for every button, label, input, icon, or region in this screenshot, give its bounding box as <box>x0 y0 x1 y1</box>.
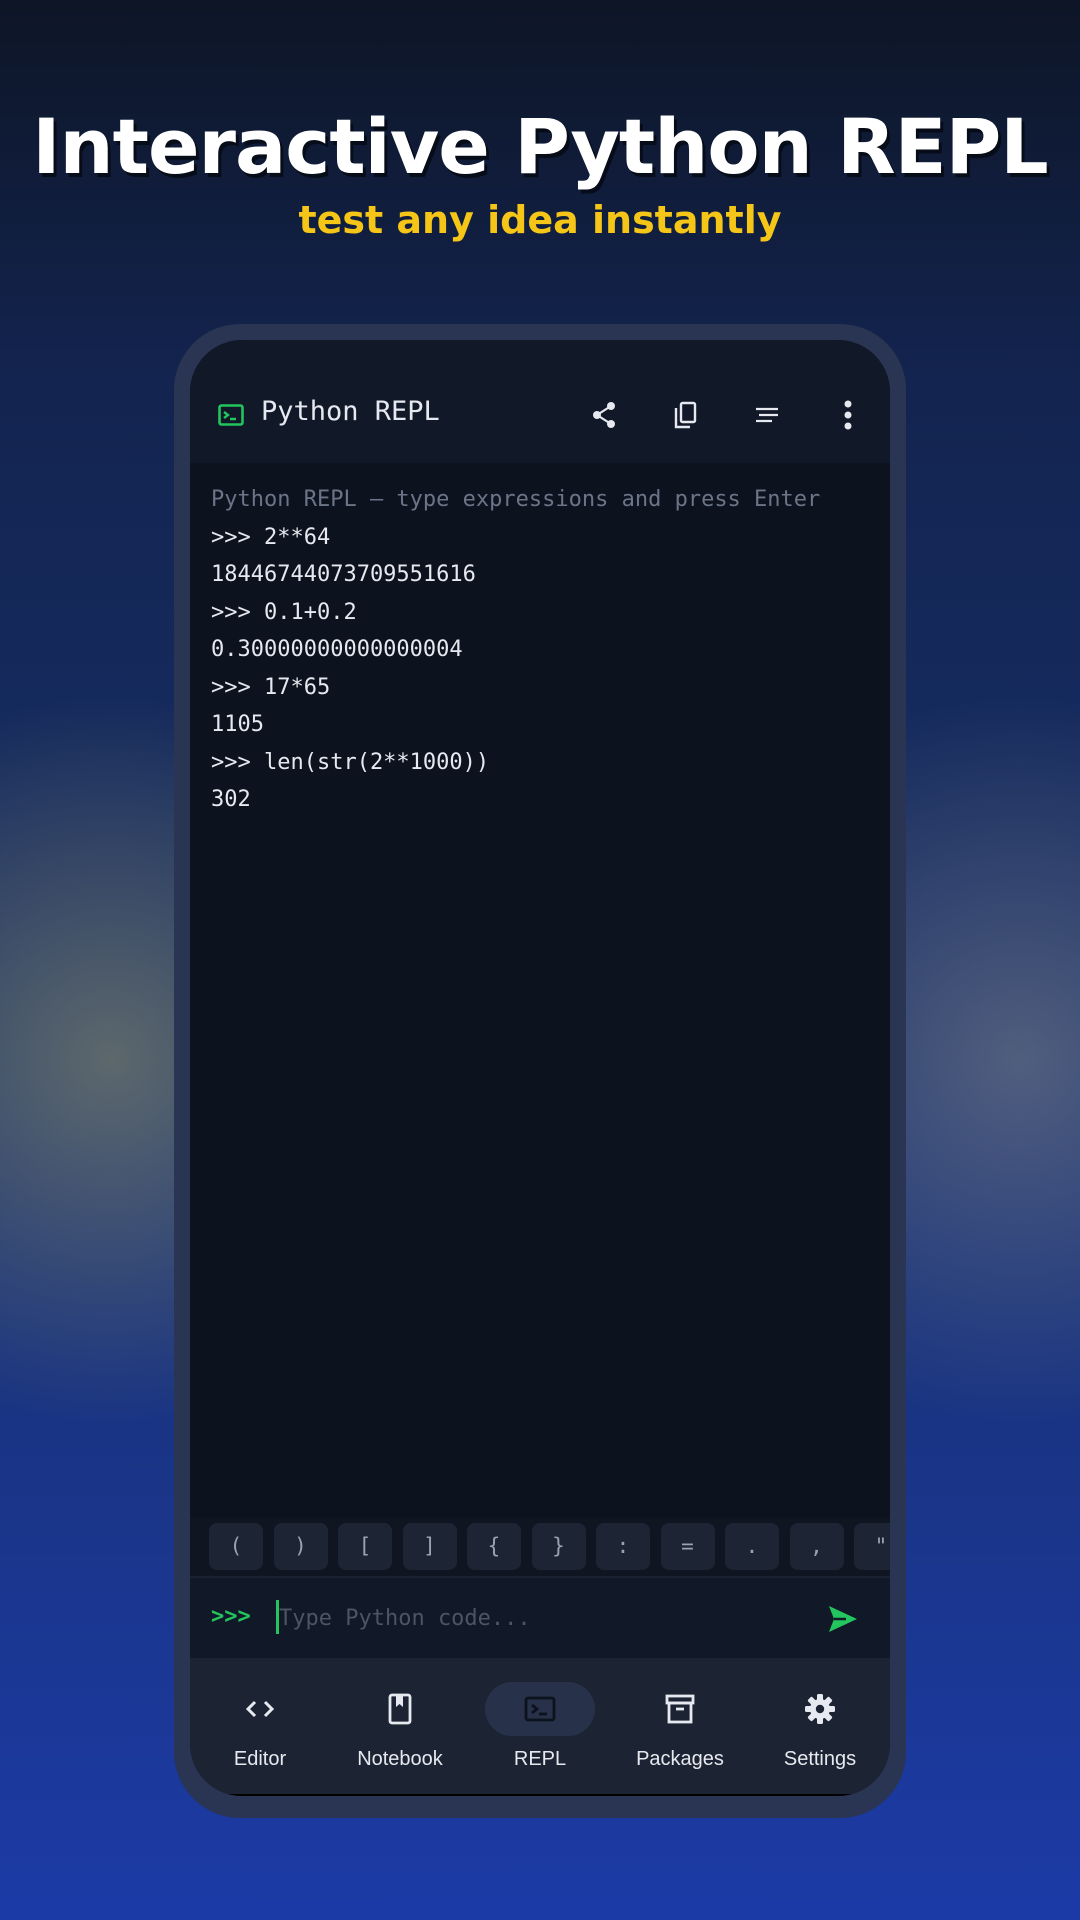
archive-icon <box>665 1694 695 1724</box>
phone-screen: Python REPL Python REPL — type expressio… <box>190 340 890 1796</box>
nav-label-packages: Packages <box>636 1748 724 1770</box>
align-button[interactable] <box>747 395 787 435</box>
copy-button[interactable] <box>665 395 705 435</box>
code-input[interactable] <box>279 1596 779 1640</box>
repl-result-line: 18446744073709551616 <box>211 562 476 587</box>
nav-item-repl[interactable]: REPL <box>470 1682 610 1772</box>
gear-icon <box>805 1694 835 1724</box>
terminal-icon <box>524 1696 556 1722</box>
key-open-bracket[interactable]: [ <box>338 1523 392 1570</box>
more-vert-icon <box>844 400 852 430</box>
terminal-icon <box>218 404 244 426</box>
repl-input-line: >>> 17*65 <box>211 674 331 700</box>
copy-icon <box>674 401 697 429</box>
key-period[interactable]: . <box>725 1523 779 1570</box>
key-equals[interactable]: = <box>660 1523 715 1570</box>
key-colon[interactable]: : <box>596 1523 650 1570</box>
key-close-bracket[interactable]: ] <box>402 1523 457 1570</box>
hero-subtitle: test any idea instantly <box>298 198 782 242</box>
repl-result-line: 302 <box>211 787 251 812</box>
more-button[interactable] <box>828 395 868 435</box>
bottom-nav: Editor Notebook REPL Packages Settings <box>190 1658 890 1796</box>
send-icon[interactable] <box>826 1602 860 1636</box>
book-icon <box>388 1693 412 1725</box>
align-icon <box>756 407 778 423</box>
nav-item-settings[interactable]: Settings <box>750 1682 890 1772</box>
repl-result-line: 0.30000000000000004 <box>211 637 463 662</box>
nav-label-repl: REPL <box>513 1748 567 1770</box>
app-title: Python REPL <box>261 396 440 427</box>
app-bar: Python REPL <box>190 340 890 463</box>
nav-item-packages[interactable]: Packages <box>610 1682 750 1772</box>
nav-label-notebook: Notebook <box>357 1748 443 1770</box>
key-comma[interactable]: , <box>789 1523 844 1570</box>
share-icon <box>593 402 615 428</box>
repl-banner: Python REPL — type expressions and press… <box>211 487 821 512</box>
key-double-quote[interactable]: " <box>854 1523 890 1570</box>
repl-input-line: >>> len(str(2**1000)) <box>211 749 490 775</box>
hero-title: Interactive Python REPL <box>32 102 1048 191</box>
nav-item-notebook[interactable]: Notebook <box>330 1682 470 1772</box>
gesture-bar <box>190 1794 890 1796</box>
key-close-brace[interactable]: } <box>531 1523 586 1570</box>
repl-input-line: >>> 0.1+0.2 <box>211 599 357 625</box>
nav-label-editor: Editor <box>233 1748 287 1770</box>
input-prompt: >>> <box>211 1604 251 1629</box>
input-bar: >>> <box>190 1576 890 1658</box>
nav-item-editor[interactable]: Editor <box>190 1682 330 1772</box>
repl-result-line: 1105 <box>211 712 264 737</box>
key-open-paren[interactable]: ( <box>209 1523 263 1570</box>
symbol-key-row: ()[]{}: =., " <box>190 1518 890 1576</box>
key-close-paren[interactable]: ) <box>273 1523 328 1570</box>
nav-label-settings: Settings <box>783 1748 857 1770</box>
share-button[interactable] <box>584 395 624 435</box>
repl-input-line: >>> 2**64 <box>211 524 331 550</box>
code-icon <box>245 1700 275 1718</box>
key-open-brace[interactable]: { <box>467 1523 521 1570</box>
